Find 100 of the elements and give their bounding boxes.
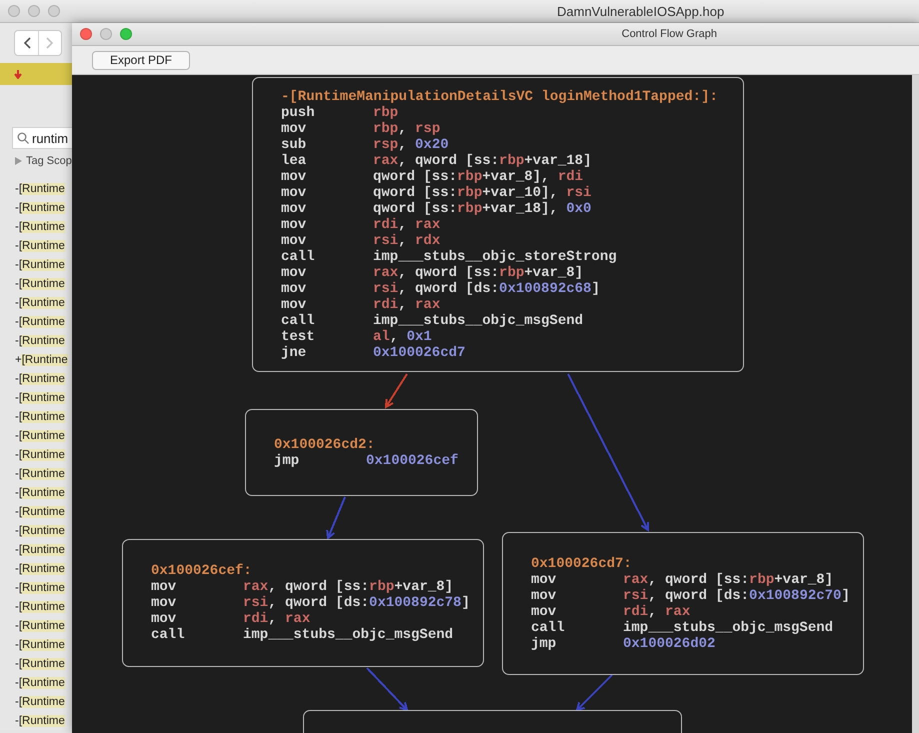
operand: rax, qword [ss:rbp+var_8]	[623, 572, 834, 588]
code-block[interactable]: 0x100026cef: mov rax, qword [ss:rbp+var_8] mov rsi, qword [ds:0x100892c78] mov rdi, rax call imp___stubs__objc_msgSend	[122, 539, 484, 667]
method-list-item[interactable]: -[Runtime	[15, 562, 65, 574]
method-list-item[interactable]: -[Runtime	[15, 182, 65, 194]
mnemonic: mov	[281, 216, 308, 232]
block-label: 0x100026cd7:	[531, 556, 633, 572]
method-list-item[interactable]: -[Runtime	[15, 506, 65, 518]
method-list-item[interactable]: -[Runtime	[15, 582, 65, 594]
mnemonic: jmp	[531, 636, 558, 652]
operand: qword [ss:rbp+var_18], 0x0	[373, 200, 592, 216]
operand: rsi, qword [ds:0x100892c70]	[623, 588, 850, 604]
minimize-light-icon[interactable]	[28, 5, 40, 17]
method-list-item[interactable]: -[Runtime	[15, 620, 65, 632]
operand: imp___stubs__objc_msgSend	[623, 620, 834, 636]
method-list-item[interactable]: -[Runtime	[15, 372, 65, 384]
mnemonic: mov	[151, 579, 178, 595]
mnemonic: call	[151, 627, 186, 643]
mnemonic: mov	[281, 264, 308, 280]
method-list-item[interactable]: -[Runtime	[15, 524, 65, 536]
operand: qword [ss:rbp+var_8], rdi	[373, 168, 584, 184]
method-list-item[interactable]: -[Runtime	[15, 410, 65, 422]
mnemonic: test	[281, 328, 316, 344]
operand: rax, qword [ss:rbp+var_8]	[373, 264, 584, 280]
mnemonic: mov	[281, 296, 308, 312]
method-list-item[interactable]: -[Runtime	[15, 240, 65, 252]
method-list-item[interactable]: -[Runtime	[15, 600, 65, 612]
operand: rsi, rdx	[373, 232, 440, 248]
method-list-item[interactable]: -[Runtime	[15, 714, 65, 726]
mnemonic: call	[531, 620, 566, 636]
method-list-item[interactable]: -[Runtime	[15, 638, 65, 650]
operand: rax, qword [ss:rbp+var_18]	[373, 152, 592, 168]
scroll-bar[interactable]	[912, 75, 919, 733]
method-list-item[interactable]: -[Runtime	[15, 334, 65, 346]
mnemonic: mov	[151, 611, 178, 627]
operand: rdi, rax	[373, 216, 440, 232]
operand: imp___stubs__objc_msgSend	[243, 627, 454, 643]
method-list-item[interactable]: -[Runtime	[15, 448, 65, 460]
mnemonic: mov	[281, 200, 308, 216]
code-block[interactable]: 0x100026cd2: jmp 0x100026cef	[245, 409, 478, 496]
block-label: 0x100026cd2:	[274, 436, 376, 452]
method-list-item[interactable]: +[Runtime	[15, 354, 68, 366]
mnemonic: sub	[281, 136, 308, 152]
mnemonic: mov	[281, 120, 308, 136]
mnemonic: mov	[531, 604, 558, 620]
mnemonic: push	[281, 104, 316, 120]
zoom-light-icon[interactable]	[48, 5, 60, 17]
operand: imp___stubs__objc_msgSend	[373, 312, 584, 328]
method-list-item[interactable]: -[Runtime	[15, 430, 65, 442]
method-list-item[interactable]: -[Runtime	[15, 278, 65, 290]
method-list-item[interactable]: -[Runtime	[15, 258, 65, 270]
chevron-right-icon	[46, 37, 54, 49]
mnemonic: lea	[281, 152, 308, 168]
operand: imp___stubs__objc_storeStrong	[373, 248, 617, 264]
method-list-item[interactable]: -[Runtime	[15, 468, 65, 480]
chevron-left-icon	[22, 37, 30, 49]
method-list-item[interactable]: -[Runtime	[15, 486, 65, 498]
operand: rsi, qword [ds:0x100892c78]	[243, 595, 470, 611]
method-list-item[interactable]: -[Runtime	[15, 544, 65, 556]
search-field[interactable]: runtim	[12, 127, 72, 149]
operand: rbp, rsp	[373, 120, 440, 136]
mnemonic: mov	[281, 168, 308, 184]
block-label: 0x100026cef:	[151, 563, 253, 579]
search-icon	[17, 132, 29, 144]
method-list-item[interactable]: -[Runtime	[15, 296, 65, 308]
operand: al, 0x1	[373, 328, 432, 344]
method-list-item[interactable]: -[Runtime	[15, 392, 65, 404]
method-list-item[interactable]: -[Runtime	[15, 696, 65, 708]
mnemonic: mov	[531, 588, 558, 604]
zoom-light-icon[interactable]	[120, 28, 132, 40]
operand: 0x100026d02	[623, 636, 716, 652]
mnemonic: call	[281, 248, 316, 264]
method-list-item[interactable]: -[Runtime	[15, 220, 65, 232]
code-block[interactable]: 0x100026cd7: mov rax, qword [ss:rbp+var_8] mov rsi, qword [ds:0x100892c70] mov rdi, rax call imp___stubs__objc_msgSend jmp 0x100026d02	[502, 532, 864, 675]
minimize-light-icon[interactable]	[100, 28, 112, 40]
operand: rdi, rax	[243, 611, 310, 627]
close-light-icon[interactable]	[8, 5, 20, 17]
method-list-item[interactable]: -[Runtime	[15, 658, 65, 670]
operand: 0x100026cd7	[373, 344, 466, 360]
operand: rax, qword [ss:rbp+var_8]	[243, 579, 454, 595]
operand: rdi, rax	[373, 296, 440, 312]
window-title: DamnVulnerableIOSApp.hop	[557, 4, 724, 19]
mnemonic: jne	[281, 344, 308, 360]
close-light-icon[interactable]	[80, 28, 92, 40]
operand: rsp, 0x20	[373, 136, 449, 152]
method-list-item[interactable]: -[Runtime	[15, 676, 65, 688]
block-label: -[RuntimeManipulationDetailsVC loginMethod1Tapped:]:	[281, 88, 715, 104]
method-list-item[interactable]: -[Runtime	[15, 316, 65, 328]
mnemonic: mov	[281, 280, 308, 296]
down-arrow-icon	[14, 70, 22, 78]
mnemonic: jmp	[274, 452, 300, 468]
operand: qword [ss:rbp+var_10], rsi	[373, 184, 592, 200]
operand: rdi, rax	[623, 604, 690, 620]
operand: rbp	[373, 104, 398, 120]
method-list-item[interactable]: -[Runtime	[15, 202, 65, 214]
mnemonic: mov	[281, 184, 308, 200]
export-pdf-button[interactable]: Export PDF	[92, 50, 190, 70]
mnemonic: mov	[531, 572, 558, 588]
operand: rsi, qword [ds:0x100892c68]	[373, 280, 600, 296]
mnemonic: mov	[281, 232, 308, 248]
disclosure-triangle-icon[interactable]	[15, 157, 22, 165]
